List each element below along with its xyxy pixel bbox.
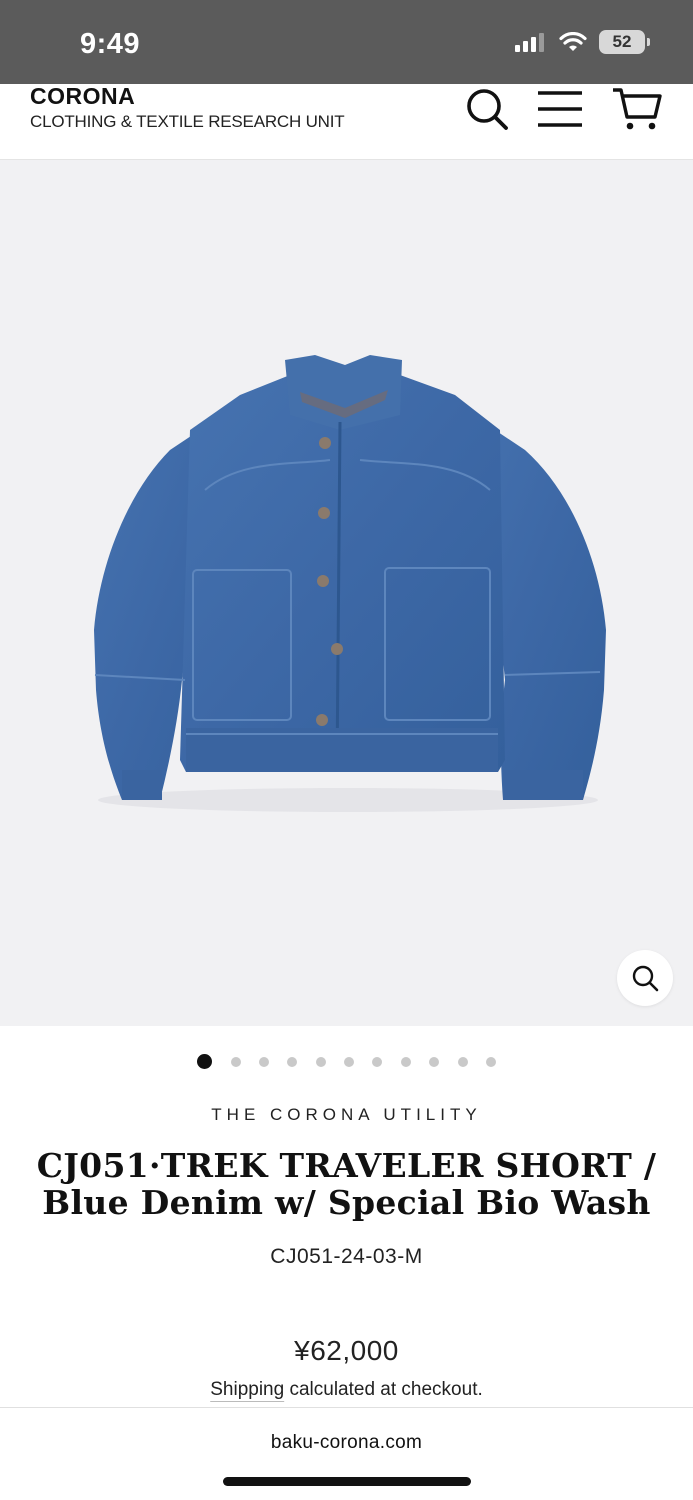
site-header: CORONA CLOTHING & TEXTILE RESEARCH UNIT [0, 84, 693, 160]
wifi-icon [559, 32, 587, 51]
battery-icon: 52 [599, 30, 650, 54]
zoom-icon [632, 965, 659, 992]
carousel-dot[interactable] [400, 1056, 411, 1067]
carousel-dot[interactable] [485, 1056, 496, 1067]
brand-name: CORONA [30, 83, 136, 109]
product-info: THE CORONA UTILITY CJ051·TREK TRAVELER S… [0, 1105, 693, 1401]
shipping-note-text: calculated at checkout. [284, 1379, 483, 1400]
brand-tagline: CLOTHING & TEXTILE RESEARCH UNIT [30, 112, 345, 131]
shipping-link[interactable]: Shipping [210, 1379, 284, 1400]
home-indicator[interactable] [223, 1477, 471, 1486]
browser-address-bar: baku-corona.com [0, 1407, 693, 1500]
carousel-dot[interactable] [230, 1056, 241, 1067]
carousel-dot[interactable] [429, 1056, 440, 1067]
carousel-dot[interactable] [457, 1056, 468, 1067]
product-vendor: THE CORONA UTILITY [211, 1105, 482, 1124]
address-url[interactable]: baku-corona.com [0, 1432, 693, 1454]
cellular-signal-icon [515, 33, 544, 52]
carousel-dot[interactable] [258, 1056, 269, 1067]
carousel-dot[interactable] [315, 1056, 326, 1067]
product-gallery[interactable] [0, 160, 693, 1026]
header-actions [465, 86, 663, 132]
status-time: 9:49 [80, 28, 141, 60]
product-price: ¥62,000 [294, 1335, 399, 1366]
search-icon[interactable] [465, 87, 509, 131]
carousel-dots [0, 1054, 693, 1069]
brand-logo[interactable]: CORONA CLOTHING & TEXTILE RESEARCH UNIT [30, 83, 345, 132]
shipping-note: Shipping calculated at checkout. [0, 1379, 693, 1401]
zoom-button[interactable] [617, 950, 673, 1006]
status-bar: 9:49 52 [0, 0, 693, 84]
battery-nub [647, 38, 650, 46]
menu-icon[interactable] [537, 89, 583, 129]
carousel-dot[interactable] [344, 1056, 354, 1067]
carousel-dot[interactable] [197, 1054, 213, 1069]
product-sku: CJ051-24-03-M [270, 1245, 423, 1268]
cart-icon[interactable] [611, 86, 663, 132]
battery-level: 52 [612, 32, 632, 51]
status-icons: 52 [515, 30, 650, 54]
product-title: CJ051·TREK TRAVELER SHORT / Blue Denim w… [36, 1146, 657, 1222]
carousel-dot[interactable] [372, 1056, 383, 1067]
carousel-dot[interactable] [287, 1056, 298, 1067]
denim-jacket-image [94, 355, 606, 812]
